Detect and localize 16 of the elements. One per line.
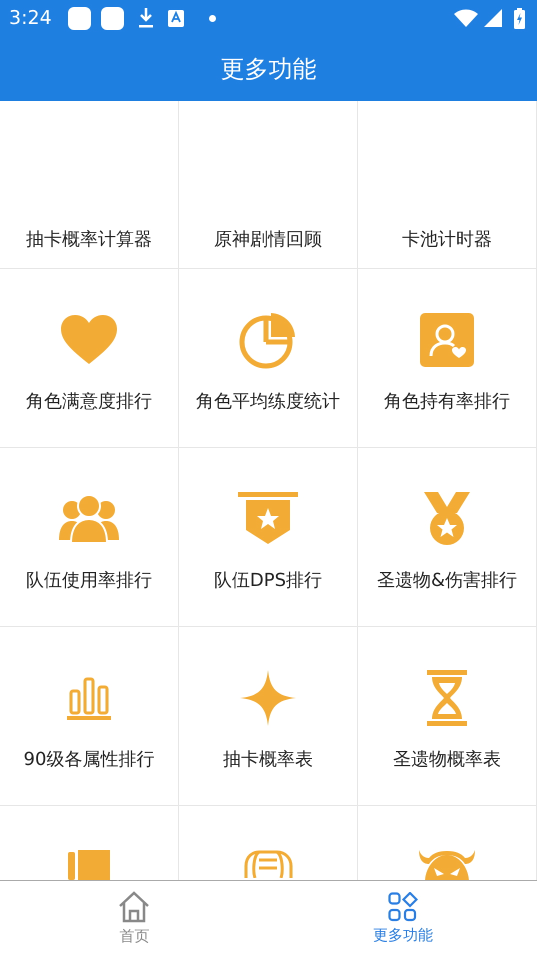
- feature-tile[interactable]: 角色持有率排行: [358, 269, 537, 448]
- feature-tile[interactable]: 圣遗物&伤害排行: [358, 448, 537, 627]
- feature-tile[interactable]: 抽卡概率表: [179, 627, 358, 806]
- feature-tile[interactable]: 抽卡概率计算器: [0, 101, 179, 269]
- status-time: 3:24: [9, 7, 52, 29]
- feature-tile[interactable]: 角色平均练度统计: [179, 269, 358, 448]
- feature-tile[interactable]: 圣遗物概率表: [358, 627, 537, 806]
- nav-tab[interactable]: 更多功能: [268, 881, 537, 956]
- feature-tile[interactable]: 队伍使用率排行: [0, 448, 179, 627]
- feature-tile[interactable]: 队伍DPS排行: [179, 448, 358, 627]
- feature-tile[interactable]: 角色满意度排行: [0, 269, 179, 448]
- page-title: 更多功能: [220, 54, 316, 84]
- feature-tile[interactable]: 90级各属性排行: [0, 627, 179, 806]
- nav-tab[interactable]: 首页: [0, 881, 268, 956]
- feature-tile[interactable]: 原神剧情回顾: [179, 101, 358, 269]
- feature-tile[interactable]: 卡池计时器: [358, 101, 537, 269]
